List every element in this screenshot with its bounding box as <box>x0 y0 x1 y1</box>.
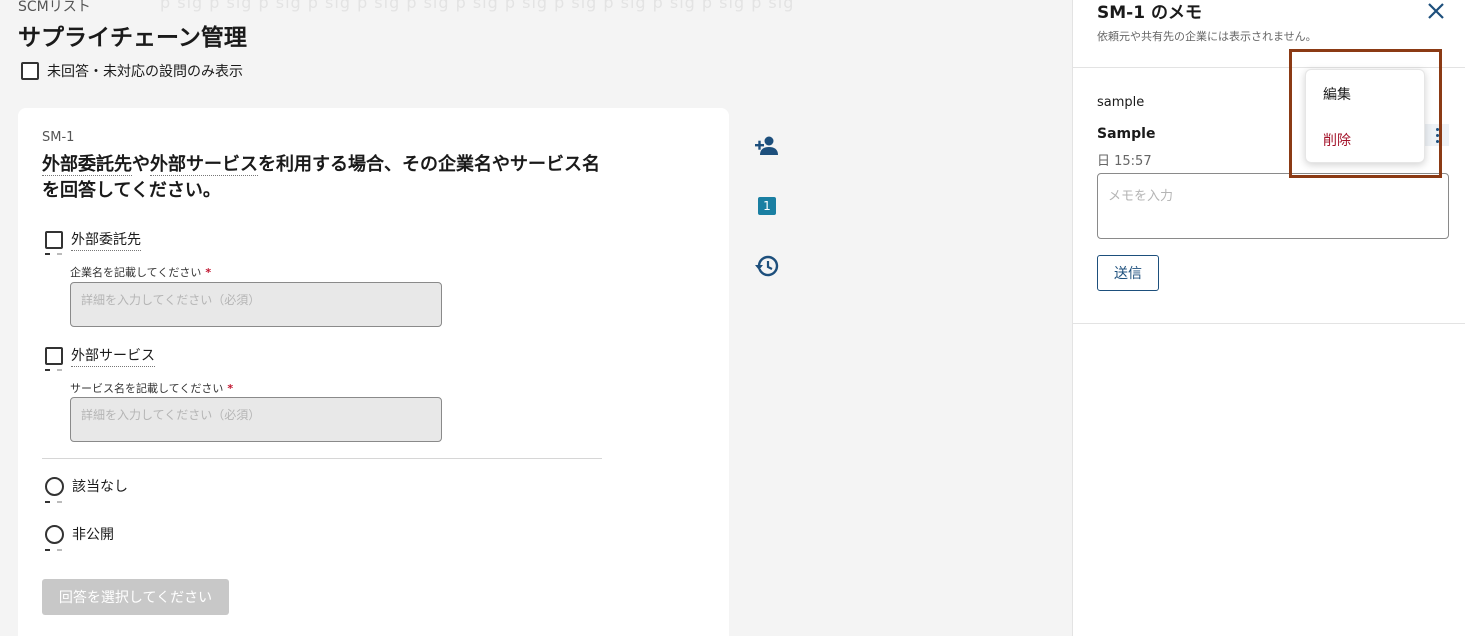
option-external-service-checkbox[interactable] <box>45 347 63 365</box>
option-status-indicator <box>45 369 63 371</box>
memo-panel-title: SM-1 のメモ <box>1097 3 1202 23</box>
memo-timestamp: 日 15:57 <box>1097 154 1152 169</box>
service-name-input[interactable]: 詳細を入力してください（必須） <box>70 397 442 442</box>
option-status-indicator <box>45 501 63 503</box>
service-name-label: サービス名を記載してください * <box>70 380 233 396</box>
company-name-label-text: 企業名を記載してください <box>70 266 202 279</box>
unanswered-filter[interactable]: 未回答・未対応の設問のみ表示 <box>21 61 243 81</box>
option-outsourcing-checkbox[interactable] <box>45 231 63 249</box>
main-area: p sig p sig p sig p sig p sig p sig p si… <box>0 0 1072 636</box>
required-mark: * <box>205 266 212 279</box>
memo-panel-subtitle: 依頼元や共有先の企業には表示されません。 <box>1097 30 1317 43</box>
close-button[interactable] <box>1425 0 1447 22</box>
service-name-label-text: サービス名を記載してください <box>70 382 224 395</box>
memo-body: sample <box>1097 95 1145 110</box>
close-icon <box>1428 3 1444 19</box>
company-name-label: 企業名を記載してください * <box>70 264 211 280</box>
option-not-applicable-radio[interactable] <box>45 476 64 496</box>
question-text-connector: や <box>132 154 150 175</box>
option-private-label: 非公開 <box>72 527 114 543</box>
options-divider <box>42 458 602 459</box>
unanswered-filter-checkbox[interactable] <box>21 62 39 80</box>
memo-input[interactable]: メモを入力 <box>1097 173 1449 239</box>
select-answer-button[interactable]: 回答を選択してください <box>42 579 229 615</box>
question-id: SM-1 <box>42 130 75 145</box>
page-title: サプライチェーン管理 <box>18 25 247 51</box>
assign-user-icon[interactable] <box>755 135 779 161</box>
unanswered-filter-label: 未回答・未対応の設問のみ表示 <box>47 64 243 80</box>
panel-divider <box>1073 323 1465 324</box>
history-clock-icon <box>755 255 779 277</box>
option-not-applicable-label: 該当なし <box>72 479 128 495</box>
option-not-applicable[interactable]: 該当なし <box>45 476 128 496</box>
term-outsourcing[interactable]: 外部委託先 <box>42 154 132 176</box>
option-external-service[interactable]: 外部サービス <box>45 345 155 367</box>
option-outsourcing-label: 外部委託先 <box>71 229 141 251</box>
option-status-indicator <box>45 549 63 551</box>
option-outsourcing[interactable]: 外部委託先 <box>45 229 141 251</box>
term-external-service[interactable]: 外部サービス <box>150 154 258 176</box>
watermark: p sig p sig p sig p sig p sig p sig p si… <box>160 0 795 12</box>
highlight-box <box>1289 49 1442 178</box>
memo-author: Sample <box>1097 126 1156 142</box>
option-external-service-label: 外部サービス <box>71 345 155 367</box>
option-private[interactable]: 非公開 <box>45 524 114 544</box>
question-text: 外部委託先や外部サービスを利用する場合、その企業名やサービス名を回答してください… <box>42 152 612 204</box>
breadcrumb[interactable]: SCMリスト <box>18 0 91 16</box>
send-button[interactable]: 送信 <box>1097 255 1159 291</box>
option-private-radio[interactable] <box>45 524 64 544</box>
memo-count-badge[interactable]: 1 <box>758 197 776 215</box>
history-icon[interactable] <box>755 254 779 282</box>
option-status-indicator <box>45 253 63 255</box>
required-mark: * <box>227 382 234 395</box>
question-card: SM-1 外部委託先や外部サービスを利用する場合、その企業名やサービス名を回答し… <box>18 108 729 636</box>
person-add-icon <box>755 136 778 155</box>
company-name-input[interactable]: 詳細を入力してください（必須） <box>70 282 442 327</box>
